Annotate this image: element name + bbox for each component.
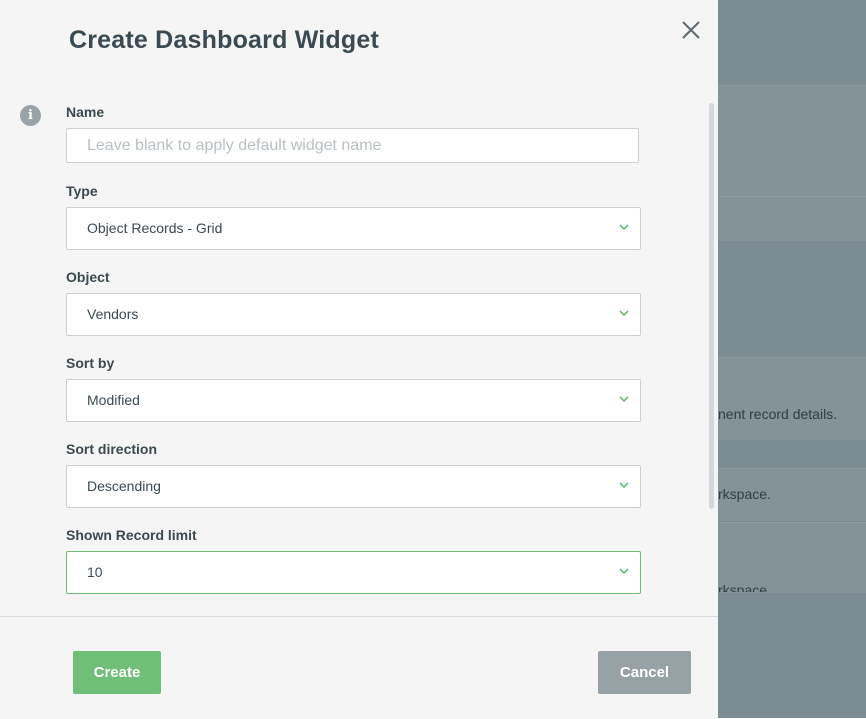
name-label: Name [66,104,105,120]
name-input[interactable] [67,129,638,162]
type-label: Type [66,183,98,199]
record-limit-select[interactable]: 10 [66,551,641,594]
create-widget-panel: Create Dashboard Widget i Name Type Obje… [0,0,718,719]
type-value: Object Records - Grid [87,220,223,236]
info-icon[interactable]: i [20,105,41,126]
chevron-down-icon [619,396,629,403]
dialog-footer: Create Cancel [0,616,718,719]
cancel-button[interactable]: Cancel [598,651,691,694]
record-limit-label: Shown Record limit [66,527,197,543]
create-button[interactable]: Create [73,651,161,694]
type-select[interactable]: Object Records - Grid [66,207,641,250]
chevron-down-icon [619,310,629,317]
background-page: nent record details. rkspace. rkspace. [718,0,866,718]
sort-direction-select[interactable]: Descending [66,465,641,508]
object-select[interactable]: Vendors [66,293,641,336]
sort-by-select[interactable]: Modified [66,379,641,422]
chevron-down-icon [619,224,629,231]
sort-direction-label: Sort direction [66,441,158,457]
background-text: rkspace. [718,582,771,592]
background-text: rkspace. [718,486,771,502]
record-limit-value: 10 [87,564,103,580]
background-row [718,85,866,196]
background-row [718,196,866,241]
scrollbar[interactable] [709,103,714,509]
sort-direction-value: Descending [87,478,161,494]
chevron-down-icon [619,568,629,575]
sort-by-label: Sort by [66,355,115,371]
dialog-title: Create Dashboard Widget [69,26,379,54]
background-text: nent record details. [718,406,838,422]
close-icon[interactable] [680,19,702,41]
object-value: Vendors [87,306,139,322]
chevron-down-icon [619,482,629,489]
sort-by-value: Modified [87,392,140,408]
background-row [718,357,866,440]
object-label: Object [66,269,110,285]
name-field[interactable] [66,128,639,163]
